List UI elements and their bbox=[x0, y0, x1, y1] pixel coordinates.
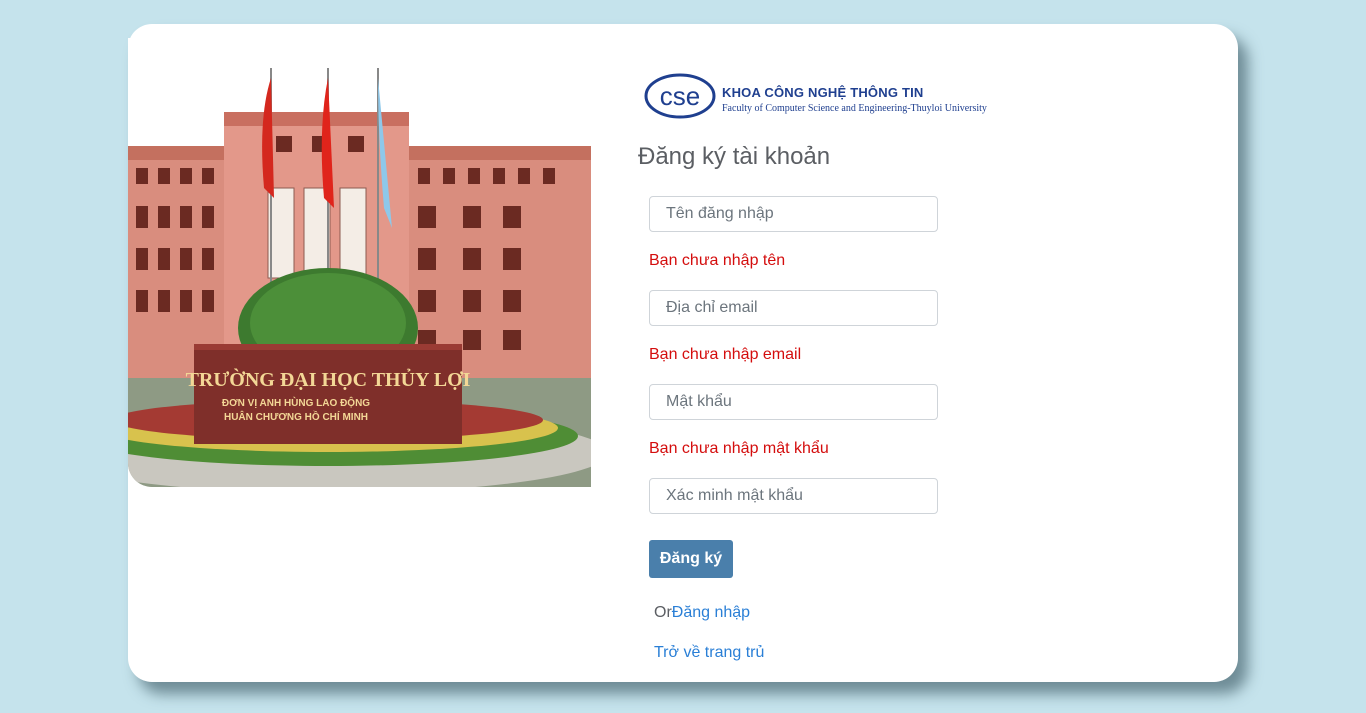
confirm-password-input[interactable] bbox=[649, 478, 938, 514]
password-error: Bạn chưa nhập mật khẩu bbox=[649, 440, 829, 457]
faculty-logo: cse KHOA CÔNG NGHỆ THÔNG TIN Faculty of … bbox=[644, 72, 1004, 120]
logo-mark: cse bbox=[660, 81, 700, 111]
or-text: Or bbox=[654, 604, 672, 621]
email-error: Bạn chưa nhập email bbox=[649, 346, 802, 363]
login-link[interactable]: Đăng nhập bbox=[672, 604, 750, 621]
username-error: Bạn chưa nhập tên bbox=[649, 252, 786, 269]
home-link[interactable]: Trở về trang trủ bbox=[654, 644, 764, 661]
campus-photo: TRƯỜNG ĐẠI HỌC THỦY LỢI ĐƠN VỊ ANH HÙNG … bbox=[128, 38, 591, 487]
page-title: Đăng ký tài khoản bbox=[638, 143, 831, 170]
logo-subtitle: Faculty of Computer Science and Engineer… bbox=[722, 103, 987, 114]
register-button[interactable]: Đăng ký bbox=[649, 540, 733, 578]
password-input[interactable] bbox=[649, 384, 938, 420]
logo-title: KHOA CÔNG NGHỆ THÔNG TIN bbox=[722, 85, 924, 100]
sign-line-3: HUÂN CHƯƠNG HỒ CHÍ MINH bbox=[224, 410, 368, 423]
sign-line-2: ĐƠN VỊ ANH HÙNG LAO ĐỘNG bbox=[222, 396, 370, 409]
register-card: TRƯỜNG ĐẠI HỌC THỦY LỢI ĐƠN VỊ ANH HÙNG … bbox=[128, 24, 1238, 682]
cse-logo-icon: cse bbox=[644, 73, 716, 119]
login-row: OrĐăng nhập bbox=[654, 604, 750, 622]
email-input[interactable] bbox=[649, 290, 938, 326]
sign-line-1: TRƯỜNG ĐẠI HỌC THỦY LỢI bbox=[186, 367, 471, 391]
username-input[interactable] bbox=[649, 196, 938, 232]
home-row: Trở về trang trủ bbox=[654, 644, 764, 662]
